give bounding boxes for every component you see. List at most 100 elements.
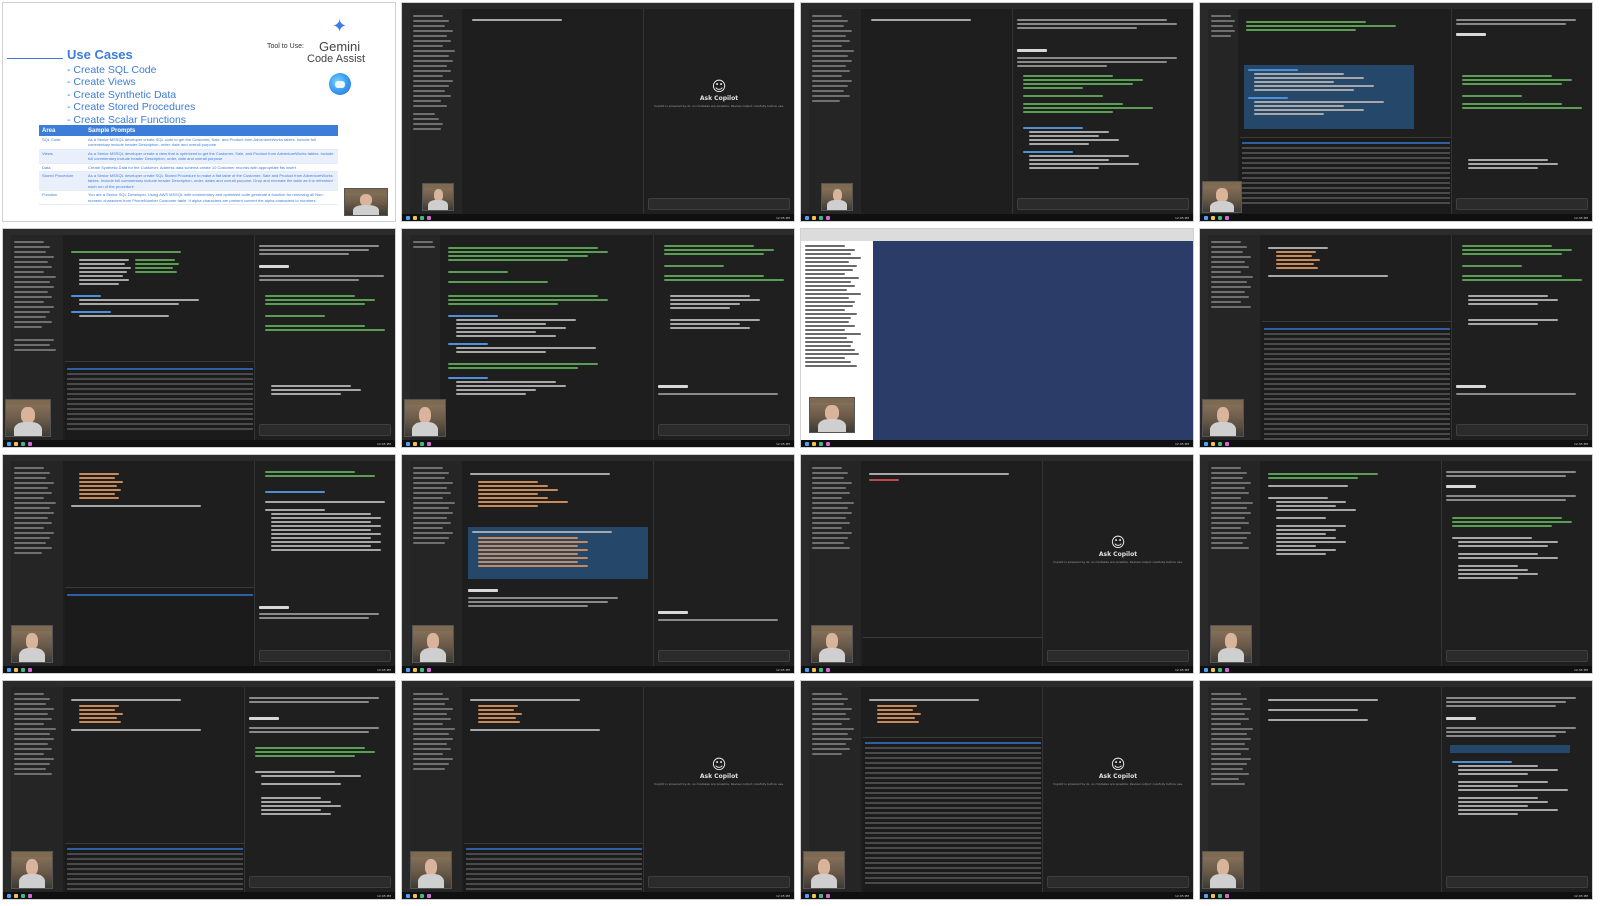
chat-input[interactable] [1446,876,1588,888]
copilot-chat-panel[interactable] [653,461,794,666]
prompt-cell: As a Senior MSSQL developer create SQL c… [85,136,338,150]
chat-input[interactable] [1047,876,1189,888]
windows-taskbar: 12:05 PM [801,440,1193,447]
copilot-chat-panel[interactable] [653,235,794,440]
webcam-overlay [809,397,855,433]
copilot-chat-panel[interactable]: ☺ Ask Copilot Copilot is powered by AI, … [643,9,794,214]
prompt-cell: As a Senior MSSQL developer create a vie… [85,149,338,164]
webcam-overlay [1202,399,1244,437]
windows-taskbar: 12:05 PM [801,214,1193,221]
code-editor[interactable] [65,467,255,666]
copilot-chat-panel[interactable] [1451,9,1592,214]
area-cell: SQL Code [39,136,85,150]
activity-bar[interactable] [1200,461,1208,666]
copilot-chat-panel[interactable] [254,235,395,440]
chat-input[interactable] [1446,650,1588,662]
chat-input[interactable] [648,876,790,888]
activity-bar[interactable] [402,461,410,666]
code-editor[interactable] [863,15,1013,214]
code-editor[interactable] [1262,693,1442,892]
webcam-overlay [1210,625,1252,663]
query-results-grid[interactable] [863,637,1043,666]
windows-taskbar: 12:05 PM [1200,440,1592,447]
webcam-overlay [5,399,51,437]
activity-bar[interactable] [402,9,410,214]
code-editor[interactable] [1262,467,1442,666]
taskbar-clock: 12:05 PM [776,216,790,220]
sample-prompts-table: Area Sample Prompts SQL Code As a Senior… [39,125,338,206]
copilot-chat-panel[interactable]: ☺ Ask Copilot Copilot is powered by AI, … [1042,687,1193,892]
ask-copilot-empty-state: ☺ Ask Copilot Copilot is powered by AI, … [644,757,794,786]
taskbar-clock: 12:05 PM [377,668,391,672]
table-header-row: Area Sample Prompts [39,125,338,136]
vscode-window-tile: 12:05 PM [2,454,396,674]
chat-input[interactable] [658,424,790,436]
copilot-chat-panel[interactable] [244,687,395,892]
code-assist-logo-icon [329,73,351,95]
query-results-grid[interactable] [65,361,255,440]
ask-copilot-subtitle: Copilot is powered by AI, so mistakes ar… [653,104,785,108]
chat-input[interactable] [1456,198,1588,210]
webcam-overlay [344,188,388,216]
table-row: Function You are a Senior SQL Developer.… [39,190,338,206]
ask-copilot-empty-state: ☺ Ask Copilot Copilot is powered by AI, … [644,79,794,108]
area-cell: Data [39,163,85,173]
activity-bar[interactable] [402,687,410,892]
query-results-grid[interactable] [65,843,245,895]
code-editor[interactable] [65,241,255,440]
activity-bar[interactable] [3,461,11,666]
use-case-item: - Create Synthetic Data [67,88,177,101]
chat-input[interactable] [1456,424,1588,436]
activity-bar[interactable] [801,9,809,214]
code-editor[interactable] [464,15,644,214]
windows-taskbar: 12:05 PM [3,440,395,447]
copilot-chat-panel[interactable] [1451,235,1592,440]
code-editor[interactable] [1240,15,1452,214]
copilot-chat-panel[interactable] [1441,687,1592,892]
chat-input[interactable] [658,650,790,662]
query-results-grid[interactable] [1262,321,1452,445]
webcam-overlay [410,851,452,889]
prompt-cell: You are a Senior SQL Developer. Using AW… [85,190,338,206]
prompt-cell: As a Senior MSSQL developer create SQL S… [85,171,338,192]
column-header-prompts: Sample Prompts [85,125,338,136]
vscode-window-tile: 12:05 PM [2,228,396,448]
query-results-grid[interactable] [863,737,1043,892]
windows-taskbar: 12:05 PM [402,214,794,221]
query-results-grid[interactable] [65,587,255,666]
code-editor[interactable] [1262,241,1452,445]
activity-bar[interactable] [3,687,11,892]
prompt-cell: Create Synthetic Data for the Customer, … [85,163,338,173]
chat-input[interactable] [259,424,391,436]
chat-input[interactable] [259,650,391,662]
query-results-grid[interactable] [1240,137,1452,214]
code-editor[interactable] [65,693,245,895]
chat-input[interactable] [1017,198,1189,210]
gemini-star-icon: ✦ [332,16,348,37]
use-case-item: - Create Views [67,76,136,89]
activity-bar[interactable] [801,461,809,666]
chat-input[interactable] [249,876,391,888]
webcam-overlay [821,183,853,211]
code-editor[interactable] [464,693,644,895]
copilot-chat-panel[interactable]: ☺ Ask Copilot Copilot is powered by AI, … [643,687,794,892]
copilot-chat-panel[interactable] [1441,461,1592,666]
windows-taskbar: 12:05 PM [1200,214,1592,221]
taskbar-clock: 12:05 PM [1574,894,1588,898]
code-editor[interactable] [442,241,654,440]
chat-input[interactable] [1047,650,1189,662]
windows-taskbar: 12:05 PM [402,892,794,899]
webcam-overlay [811,625,853,663]
code-editor[interactable] [863,693,1043,892]
code-editor[interactable] [863,467,1043,666]
chat-input[interactable] [648,198,790,210]
ask-copilot-title: Ask Copilot [699,95,739,102]
ssms-toolbar[interactable] [801,229,1193,241]
vscode-window-tile: ☺ Ask Copilot Copilot is powered by AI, … [800,454,1194,674]
copilot-chat-panel[interactable] [254,461,395,666]
code-editor[interactable] [464,467,654,666]
query-results-grid[interactable] [464,843,644,895]
copilot-chat-panel[interactable]: ☺ Ask Copilot Copilot is powered by AI, … [1042,461,1193,666]
vscode-window-tile: 12:05 PM [1199,2,1593,222]
copilot-chat-panel[interactable] [1012,9,1193,214]
